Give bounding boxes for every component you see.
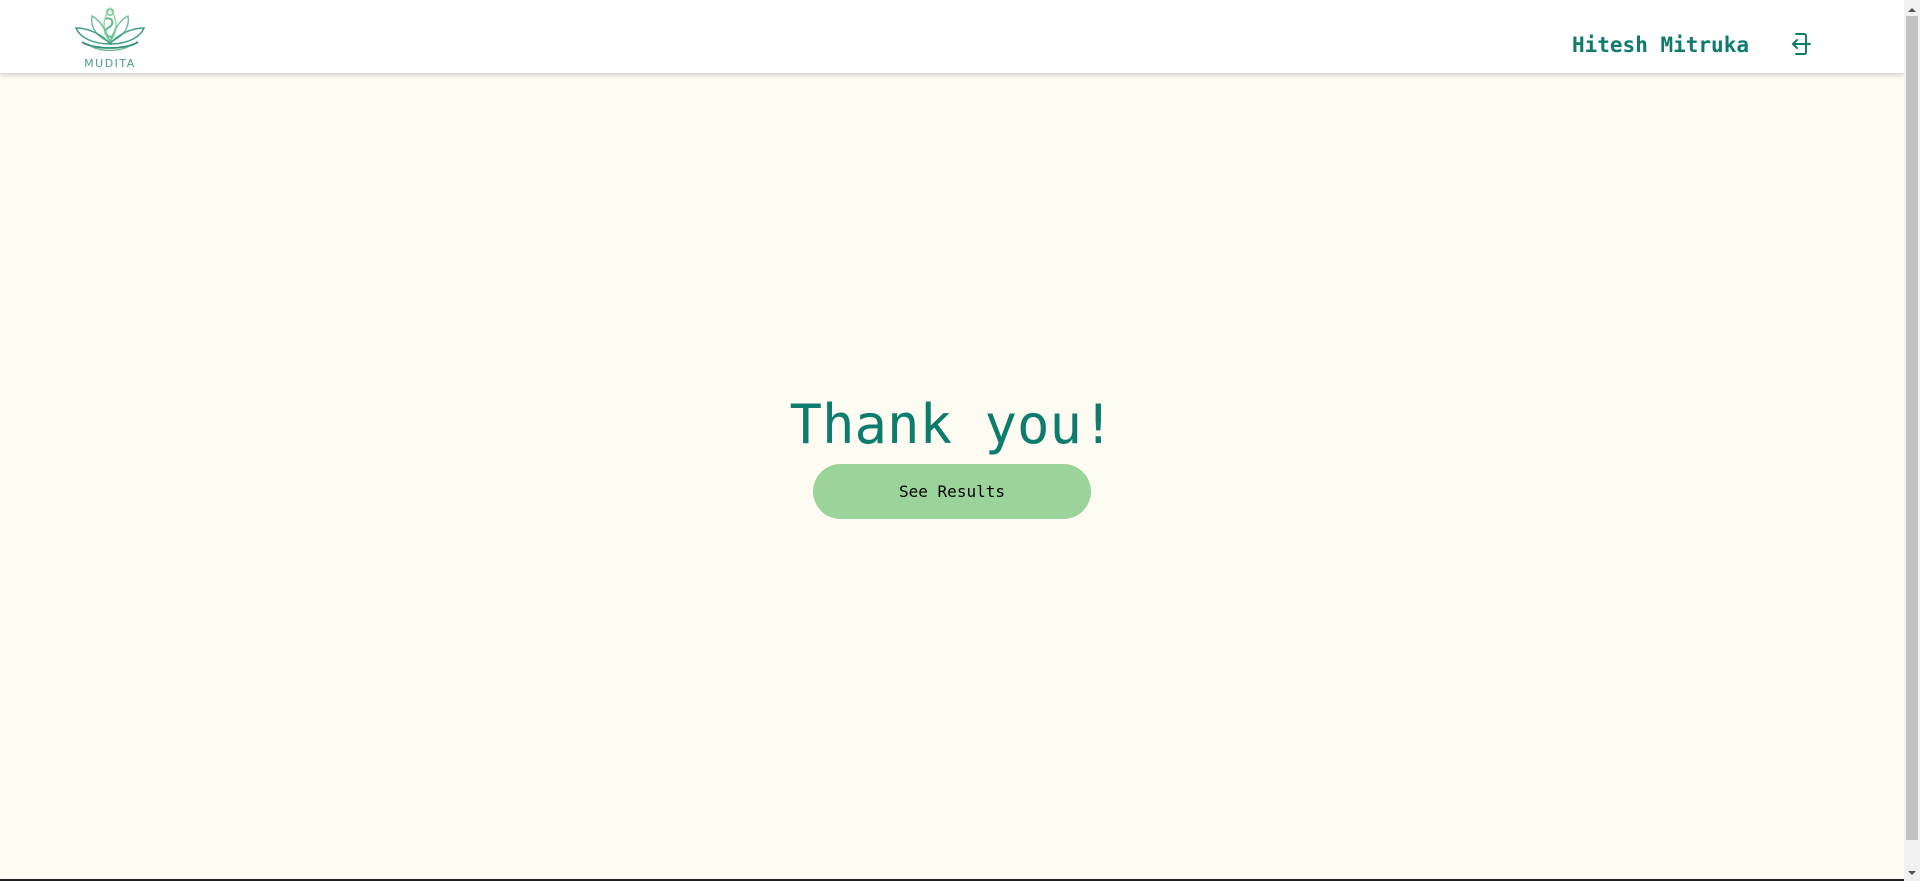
main-content: Thank you! See Results [0, 73, 1904, 879]
mudita-logo[interactable]: MUDITA [72, 2, 148, 70]
scroll-up-icon[interactable] [1904, 2, 1920, 16]
see-results-button[interactable]: See Results [813, 464, 1091, 519]
scroll-down-icon[interactable] [1904, 865, 1920, 879]
vertical-scrollbar[interactable] [1904, 0, 1920, 881]
logout-icon[interactable] [1784, 30, 1812, 58]
scrollbar-thumb[interactable] [1906, 16, 1918, 840]
thank-you-heading: Thank you! [789, 393, 1115, 456]
logo-text: MUDITA [84, 57, 136, 70]
lotus-icon [74, 6, 146, 52]
top-navbar: MUDITA Hitesh Mitruka [0, 0, 1904, 73]
user-name[interactable]: Hitesh Mitruka [1572, 32, 1749, 58]
